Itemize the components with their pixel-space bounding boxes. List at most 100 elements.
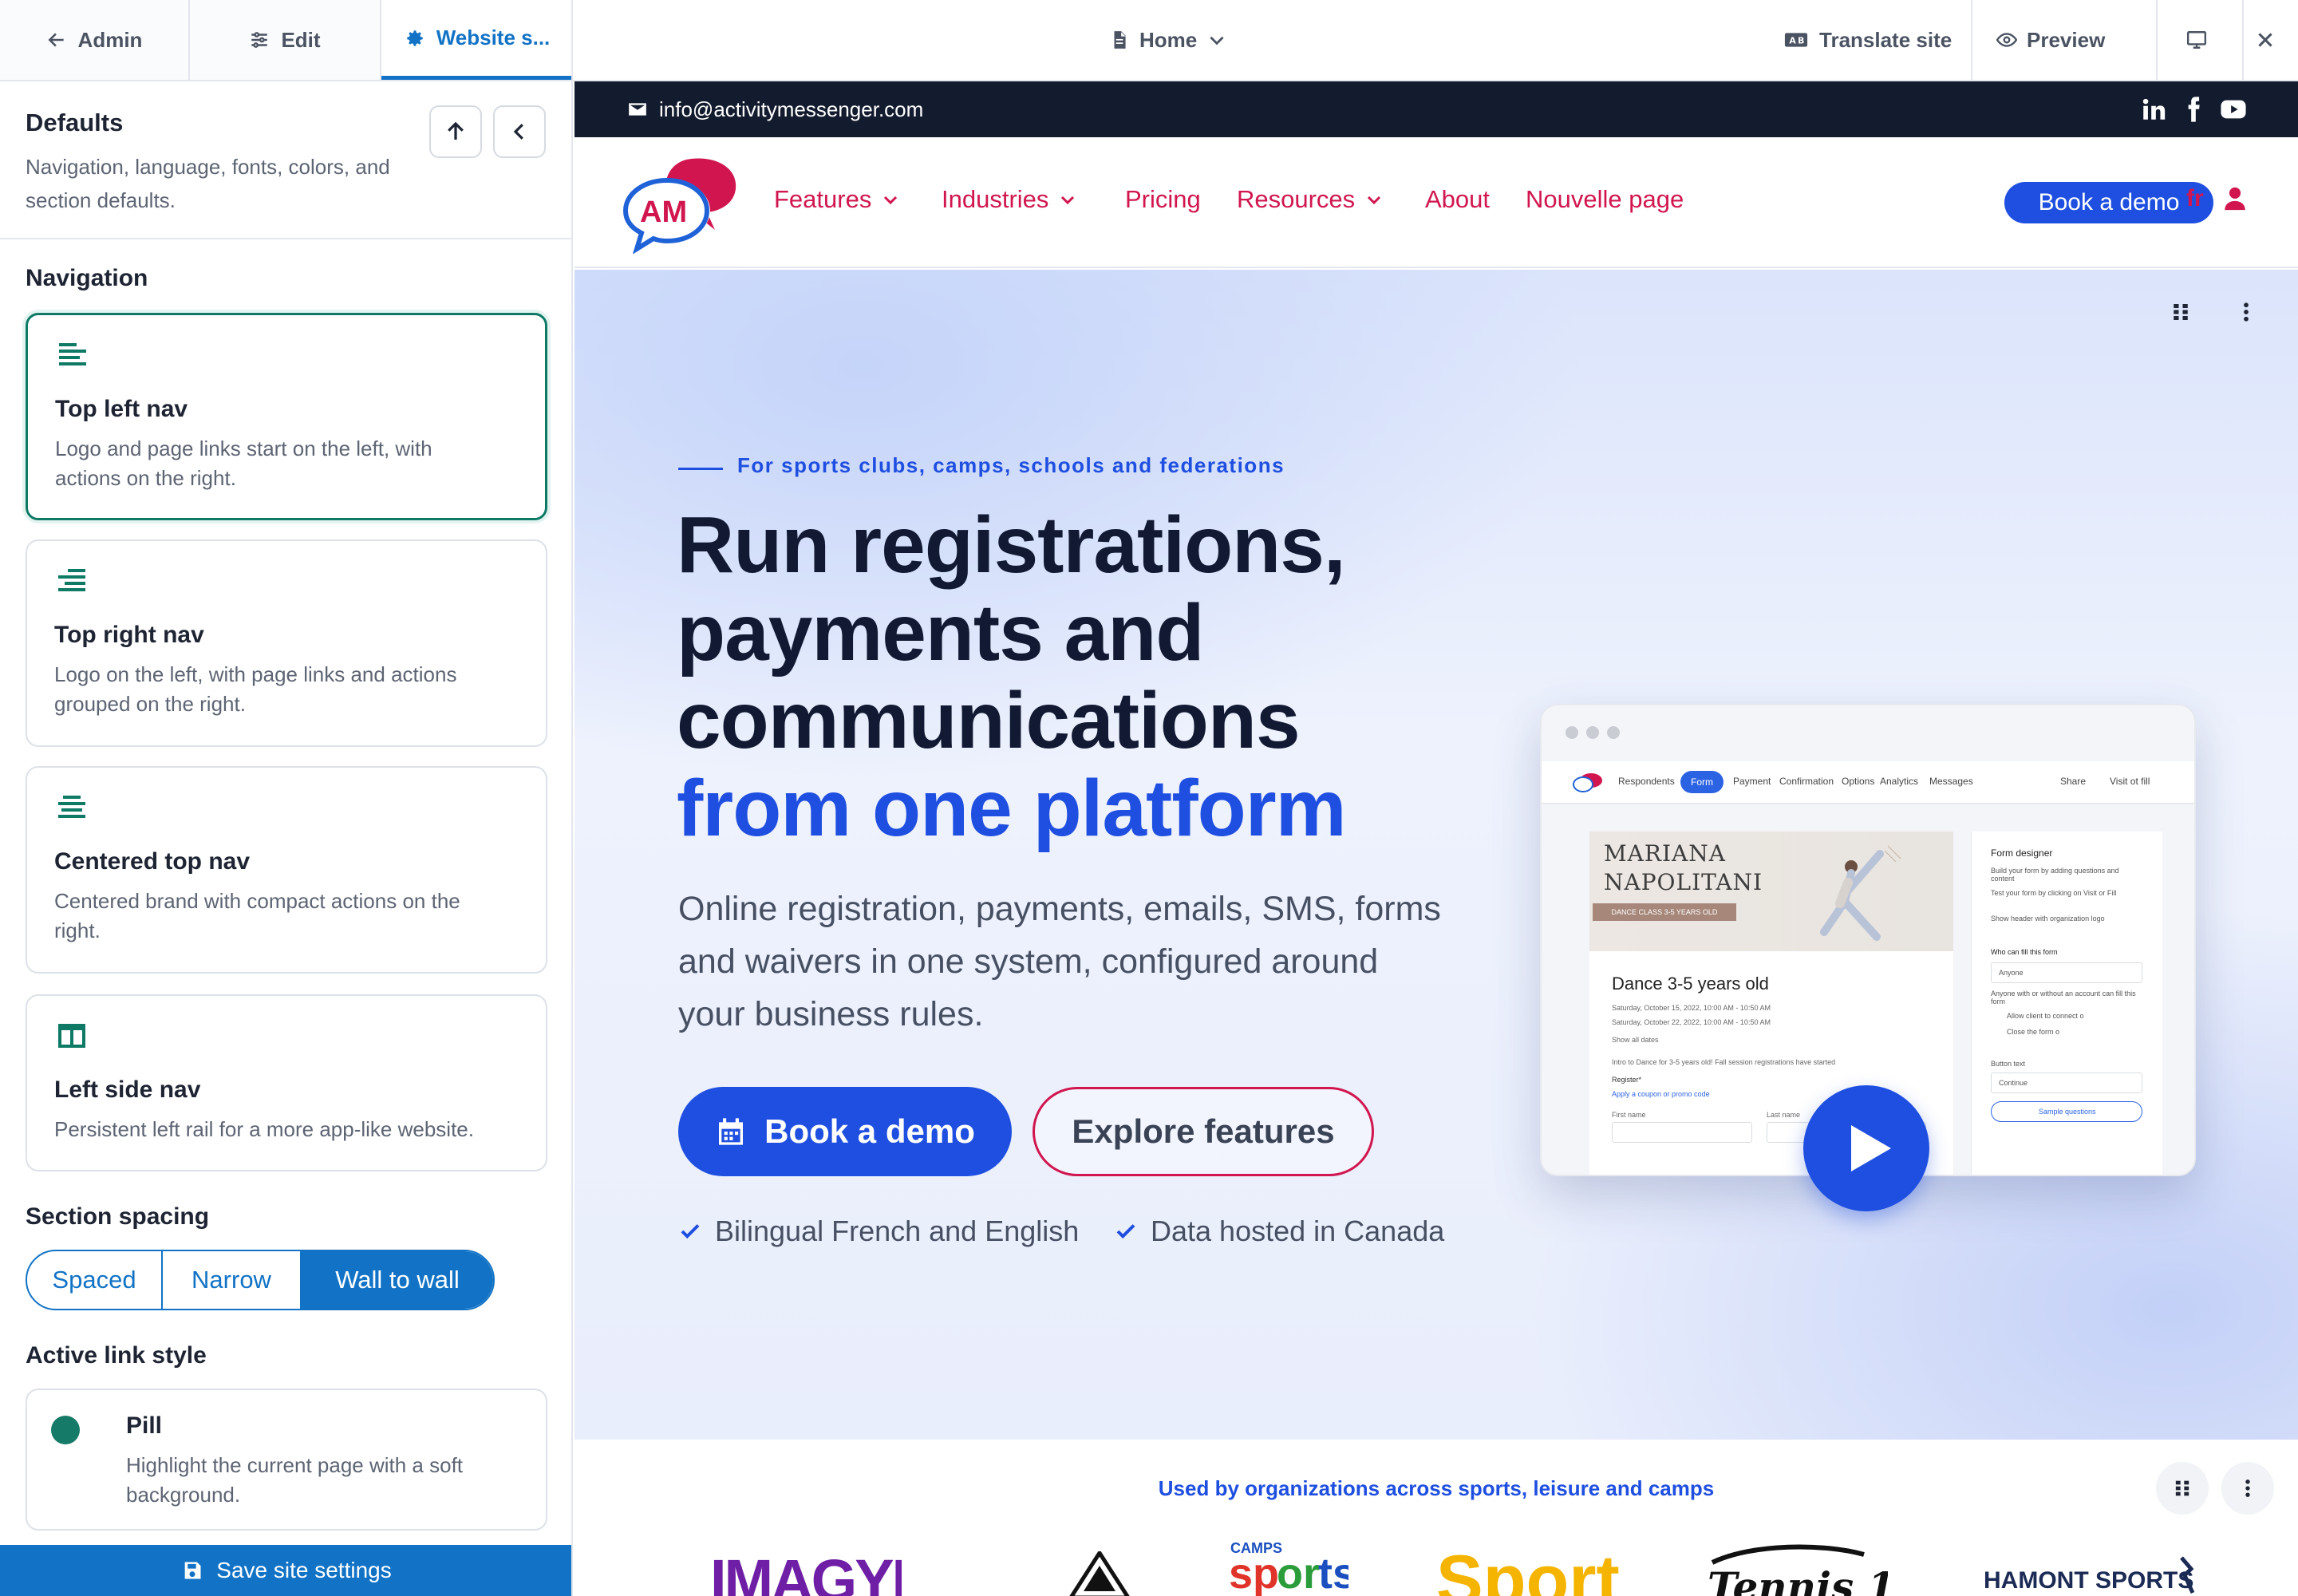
- gear-icon: [406, 30, 423, 46]
- device-toggle-button[interactable]: [2186, 0, 2207, 80]
- check-text: Bilingual French and English: [715, 1215, 1080, 1247]
- spacing-option-spaced[interactable]: Spaced: [27, 1251, 163, 1309]
- mountain-logo: [1069, 1551, 1130, 1596]
- site-preview: info@activitymessenger.com AM Features I…: [574, 81, 2298, 1596]
- eye-icon: [1996, 33, 2017, 47]
- link-style-option-pill[interactable]: Pill Highlight the current page with a s…: [26, 1389, 547, 1531]
- nav-option-left-side[interactable]: Left side nav Persistent left rail for a…: [26, 994, 547, 1171]
- svg-text:IMAGYM: IMAGYM: [710, 1548, 902, 1596]
- nav-link-pricing[interactable]: Pricing: [1125, 185, 1201, 214]
- tab-website-settings-label: Website s...: [436, 26, 551, 49]
- headline-line: Run registrations,: [677, 500, 1346, 590]
- nav-book-demo-button[interactable]: Book a demo: [2004, 182, 2213, 223]
- align-center-icon: [58, 796, 85, 818]
- spacing-option-wall-to-wall[interactable]: Wall to wall: [302, 1251, 493, 1309]
- screenshot-coupon: Apply a coupon or promo code: [1612, 1090, 1710, 1098]
- designer-item: Build your form by adding questions and …: [1991, 867, 2119, 883]
- check-text: Data hosted in Canada: [1151, 1215, 1445, 1247]
- tab-edit-label: Edit: [281, 27, 321, 52]
- hero-section: For sports clubs, camps, schools and fed…: [574, 270, 2298, 1440]
- toolbar-divider: [2156, 0, 2158, 80]
- spacing-option-narrow[interactable]: Narrow: [163, 1251, 302, 1309]
- section-drag-handle[interactable]: [2156, 1462, 2209, 1515]
- nav-link-features[interactable]: Features: [774, 185, 900, 214]
- designer-who-label: Who can fill this form: [1991, 948, 2058, 956]
- translate-site-button[interactable]: AB Translate site: [1783, 0, 1952, 80]
- scroll-up-button[interactable]: [429, 105, 482, 158]
- camps-sports-logo: CAMPSsports: [1229, 1540, 1348, 1596]
- play-icon: [1851, 1125, 1891, 1171]
- nav-option-top-right[interactable]: Top right nav Logo on the left, with pag…: [26, 539, 547, 747]
- nav-link-industries[interactable]: Industries: [942, 185, 1077, 214]
- email-text: info@activitymessenger.com: [659, 97, 924, 121]
- translate-label: Translate site: [1819, 27, 1953, 52]
- youtube-icon[interactable]: [2220, 96, 2247, 123]
- editor-tabs: Admin Edit Website s...: [0, 0, 571, 81]
- banner-name-line: MARIANA: [1604, 840, 1726, 867]
- back-button[interactable]: [493, 105, 546, 158]
- screenshot-show-all: Show all dates: [1612, 1036, 1659, 1044]
- section-more-options[interactable]: [2221, 1462, 2274, 1515]
- nav-option-description: Centered brand with compact actions on t…: [54, 889, 460, 942]
- screenshot-tab: Payment: [1733, 776, 1771, 787]
- screenshot-tab: Respondents: [1618, 776, 1675, 787]
- feature-check: Bilingual French and English: [678, 1215, 1079, 1248]
- facebook-icon[interactable]: [2180, 96, 2207, 123]
- drag-handle-icon[interactable]: [2169, 300, 2193, 324]
- nav-option-description: Persistent left rail for a more app-like…: [54, 1117, 474, 1141]
- screenshot-date: Saturday, October 22, 2022, 10:00 AM - 1…: [1612, 1018, 1771, 1026]
- mail-icon: [629, 103, 646, 116]
- nav-link-nouvelle-page[interactable]: Nouvelle page: [1526, 185, 1684, 214]
- screenshot-register: Register*: [1612, 1076, 1642, 1084]
- nav-link-label: Pricing: [1125, 185, 1201, 213]
- designer-sample-label: Sample questions: [2039, 1108, 2096, 1116]
- screenshot-last-name: Last name: [1767, 1111, 1801, 1119]
- arrow-up-icon: [448, 121, 464, 140]
- nav-option-description: Logo and page links start on the left, w…: [55, 437, 432, 490]
- screenshot-tabbar: Respondents Form Payment Confirmation Op…: [1542, 761, 2194, 804]
- sidebar-layout-icon: [58, 1024, 85, 1048]
- linkedin-icon[interactable]: [2140, 96, 2167, 123]
- preview-button[interactable]: Preview: [1996, 0, 2105, 80]
- toolbar-divider: [2242, 0, 2244, 80]
- explore-features-button[interactable]: Explore features: [1033, 1087, 1374, 1176]
- designer-button-text-value: Continue: [1999, 1079, 2028, 1087]
- svg-text:B: B: [1798, 35, 1804, 45]
- tab-admin[interactable]: Admin: [0, 0, 190, 80]
- nav-link-about[interactable]: About: [1425, 185, 1490, 214]
- active-link-style-label: Active link style: [26, 1342, 207, 1369]
- designer-allow-client: Allow client to connect o: [2007, 1012, 2084, 1020]
- language-switch[interactable]: fr: [2186, 185, 2204, 212]
- defaults-header: Defaults Navigation, language, fonts, co…: [0, 81, 571, 239]
- designer-who-help: Anyone with or without an account can fi…: [1991, 990, 2136, 1005]
- nav-option-centered[interactable]: Centered top nav Centered brand with com…: [26, 766, 547, 974]
- page-selector[interactable]: Home: [1109, 0, 1227, 80]
- play-video-button[interactable]: [1803, 1085, 1929, 1211]
- settings-panel: Admin Edit Website s... Defaults Navigat…: [0, 0, 573, 1596]
- file-icon: [1114, 31, 1126, 49]
- screenshot-input: [1612, 1122, 1752, 1143]
- nav-option-top-left[interactable]: Top left nav Logo and page links start o…: [26, 313, 547, 520]
- site-navbar: AM Features Industries Pricing Resources…: [574, 137, 2298, 268]
- tab-website-settings[interactable]: Website s...: [381, 0, 571, 80]
- tab-edit[interactable]: Edit: [190, 0, 381, 80]
- hero-book-demo-button[interactable]: Book a demo: [678, 1087, 1012, 1176]
- save-site-settings-button[interactable]: Save site settings: [0, 1545, 571, 1596]
- svg-text:HAMONT SPORTS: HAMONT SPORTS: [1984, 1567, 2193, 1594]
- contact-email[interactable]: info@activitymessenger.com: [627, 81, 923, 137]
- close-editor-button[interactable]: [2255, 0, 2276, 80]
- chevron-down-icon: [884, 196, 898, 205]
- designer-close-form: Close the form o: [2007, 1028, 2060, 1036]
- logos-section: Used by organizations across sports, lei…: [574, 1440, 2298, 1596]
- more-options-icon[interactable]: [2234, 300, 2258, 324]
- imagym-logo: IMAGYM: [710, 1548, 902, 1596]
- svg-text:Sport: Sport: [1436, 1540, 1620, 1596]
- check-icon: [681, 1224, 700, 1239]
- hero-headline: Run registrations, payments and communic…: [677, 501, 1475, 852]
- nav-link-label: Resources: [1237, 185, 1356, 213]
- user-icon[interactable]: [2221, 185, 2249, 212]
- activity-messenger-logo[interactable]: AM: [622, 153, 766, 254]
- nav-link-resources[interactable]: Resources: [1237, 185, 1384, 214]
- page-label: Home: [1139, 27, 1198, 52]
- svg-text:A: A: [1789, 35, 1796, 45]
